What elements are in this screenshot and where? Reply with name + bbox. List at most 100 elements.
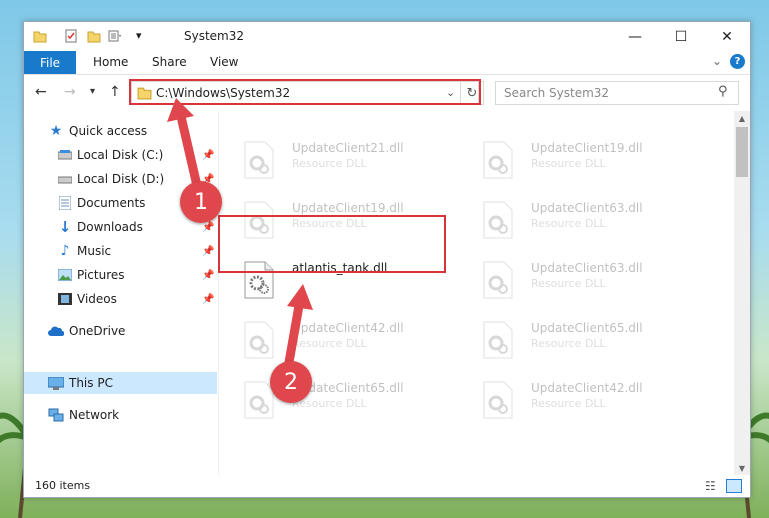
file-name: UpdateClient63.dll (531, 261, 643, 275)
pictures-icon (57, 267, 73, 283)
folder-icon (33, 31, 47, 43)
nav-item-pictures[interactable]: Pictures 📌 (24, 264, 217, 286)
file-name: UpdateClient21.dll (292, 141, 404, 155)
tab-file[interactable]: File (24, 51, 76, 74)
vertical-scrollbar[interactable]: ▲ ▼ (734, 111, 750, 475)
dll-file-icon (244, 381, 274, 419)
downloads-icon: ↓ (58, 218, 72, 236)
scroll-up-icon[interactable]: ▲ (734, 111, 750, 125)
scroll-down-icon[interactable]: ▼ (734, 461, 750, 475)
pin-icon: 📌 (202, 221, 215, 233)
file-list: UpdateClient21.dll Resource DLL UpdateCl… (219, 111, 734, 475)
dll-file-icon (244, 321, 274, 359)
address-bar-highlight (129, 79, 481, 105)
qat-dropdown-icon[interactable]: ▾ (136, 29, 142, 42)
videos-icon (57, 291, 73, 307)
drive-icon (57, 147, 73, 163)
nav-item-label: Videos (77, 292, 117, 306)
help-icon[interactable]: ? (730, 54, 745, 69)
tab-view[interactable]: View (210, 55, 238, 69)
file-type: Resource DLL (292, 337, 367, 350)
nav-item-music[interactable]: ♪ Music 📌 (24, 240, 217, 262)
item-count: 160 items (35, 479, 91, 492)
search-box[interactable]: Search System32 ⚲ (495, 81, 739, 105)
file-name: UpdateClient63.dll (531, 201, 643, 215)
address-row: ← → ▾ ↑ C:\Windows\System32 ⌄ ↻ Search S… (24, 75, 750, 111)
maximize-button[interactable]: ☐ (658, 22, 704, 51)
dll-file-icon (483, 201, 513, 239)
file-name: UpdateClient42.dll (531, 381, 643, 395)
file-item[interactable]: UpdateClient42.dll Resource DLL (483, 377, 713, 427)
file-item[interactable]: UpdateClient63.dll Resource DLL (483, 257, 713, 307)
nav-item-local-disk-c[interactable]: Local Disk (C:) 📌 (24, 144, 217, 166)
title-bar: ▾ System32 — ☐ ✕ (24, 22, 750, 51)
nav-item-downloads[interactable]: ↓ Downloads 📌 (24, 216, 217, 238)
file-highlight (218, 215, 446, 273)
nav-item-quick-access[interactable]: ★ Quick access (24, 120, 217, 142)
back-icon[interactable]: ← (35, 84, 47, 100)
search-icon[interactable]: ⚲ (718, 84, 728, 99)
new-folder-icon[interactable] (87, 29, 101, 43)
tab-home[interactable]: Home (93, 55, 128, 69)
forward-icon[interactable]: → (64, 84, 76, 100)
file-name: UpdateClient19.dll (531, 141, 643, 155)
dll-file-icon (244, 141, 274, 179)
pin-icon: 📌 (202, 149, 215, 161)
step-marker-1: 1 (180, 181, 222, 223)
step-marker-2: 2 (270, 361, 312, 403)
star-icon: ★ (49, 123, 63, 139)
computer-icon (48, 375, 64, 391)
music-icon: ♪ (60, 243, 70, 259)
drive-icon (57, 171, 73, 187)
nav-item-videos[interactable]: Videos 📌 (24, 288, 217, 310)
network-icon (48, 407, 64, 423)
minimize-button[interactable]: — (612, 22, 658, 51)
file-type: Resource DLL (531, 337, 606, 350)
nav-item-label: This PC (69, 376, 113, 390)
file-item[interactable]: UpdateClient63.dll Resource DLL (483, 197, 713, 247)
nav-item-label: Documents (77, 196, 146, 210)
dll-file-icon (483, 381, 513, 419)
nav-item-label: OneDrive (69, 324, 126, 338)
dll-file-icon (483, 261, 513, 299)
tab-share[interactable]: Share (152, 55, 187, 69)
documents-icon (57, 195, 73, 211)
pin-icon: 📌 (202, 245, 215, 257)
ribbon-expand-icon[interactable]: ⌄ (712, 54, 722, 68)
navigation-pane: ★ Quick access Local Disk (C:) 📌 Local D… (24, 111, 217, 475)
properties-icon[interactable] (64, 29, 78, 43)
file-item[interactable]: UpdateClient42.dll Resource DLL (244, 317, 474, 367)
details-view-icon[interactable]: ☷ (705, 479, 716, 493)
file-item[interactable]: UpdateClient21.dll Resource DLL (244, 137, 474, 187)
pin-icon: 📌 (202, 293, 215, 305)
nav-item-label: Network (69, 408, 120, 422)
nav-item-label: Quick access (69, 124, 148, 138)
onedrive-icon (48, 323, 64, 339)
pin-icon: 📌 (202, 269, 215, 281)
nav-item-network[interactable]: Network (24, 404, 217, 426)
nav-item-label: Local Disk (C:) (77, 148, 164, 162)
dll-file-icon (483, 141, 513, 179)
customize-toolbar-icon[interactable] (108, 29, 122, 43)
scrollbar-thumb[interactable] (736, 127, 748, 177)
file-type: Resource DLL (292, 157, 367, 170)
nav-item-onedrive[interactable]: OneDrive (24, 320, 217, 342)
status-bar: 160 items ☷ (24, 475, 750, 497)
file-item[interactable]: UpdateClient19.dll Resource DLL (483, 137, 713, 187)
file-type: Resource DLL (531, 277, 606, 290)
file-type: Resource DLL (531, 157, 606, 170)
nav-item-label: Local Disk (D:) (77, 172, 165, 186)
recent-locations-icon[interactable]: ▾ (90, 86, 95, 97)
file-item[interactable]: UpdateClient65.dll Resource DLL (483, 317, 713, 367)
file-type: Resource DLL (531, 217, 606, 230)
search-input[interactable]: Search System32 (504, 86, 609, 100)
file-name: UpdateClient19.dll (292, 201, 404, 215)
large-icons-view-icon[interactable] (726, 479, 742, 493)
file-type: Resource DLL (531, 397, 606, 410)
dll-file-icon (483, 321, 513, 359)
nav-item-this-pc[interactable]: This PC (24, 372, 217, 394)
file-name: UpdateClient65.dll (531, 321, 643, 335)
up-icon[interactable]: ↑ (109, 84, 121, 100)
close-button[interactable]: ✕ (704, 22, 750, 51)
ribbon-tabs: File Home Share View ⌄ ? (24, 51, 750, 75)
